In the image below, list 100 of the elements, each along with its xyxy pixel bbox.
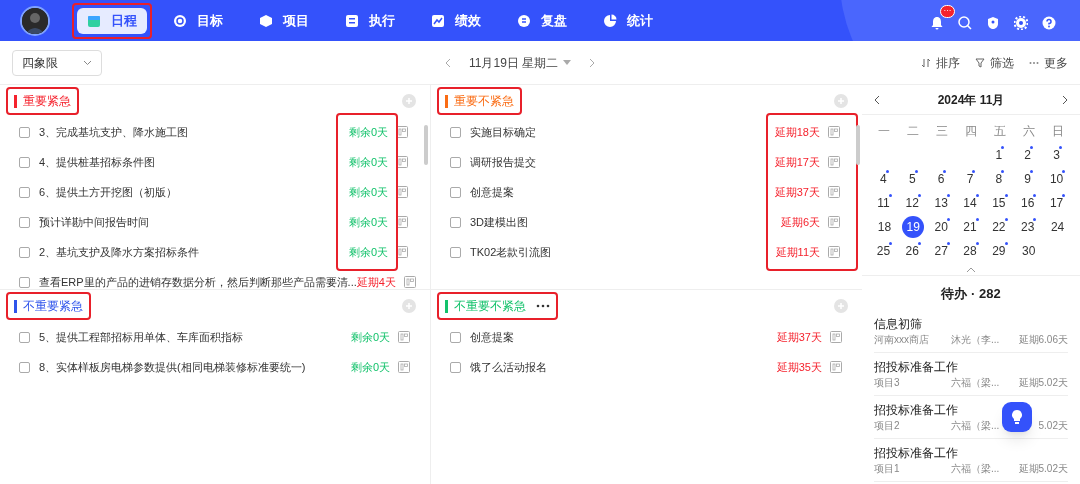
calendar-day[interactable]: 6 [937, 170, 945, 188]
add-icon[interactable] [834, 299, 848, 313]
calendar-day[interactable]: 4 [880, 170, 887, 188]
calendar-day[interactable]: 1 [995, 146, 1003, 164]
card-icon[interactable] [828, 126, 840, 138]
checkbox[interactable] [19, 246, 30, 258]
calendar-day[interactable]: 18 [877, 218, 892, 236]
task-title[interactable]: 3D建模出图 [470, 213, 529, 231]
more-icon[interactable] [536, 304, 550, 308]
nav-tab[interactable]: 绩效 [421, 7, 491, 34]
calendar-day[interactable]: 23 [1021, 218, 1035, 236]
toolbar-button[interactable]: 筛选 [975, 53, 1014, 72]
task-title[interactable]: 2、基坑支护及降水方案招标条件 [39, 243, 200, 261]
checkbox[interactable] [19, 156, 30, 168]
calendar-day[interactable]: 26 [905, 242, 919, 260]
add-icon[interactable] [402, 299, 416, 313]
task-title[interactable]: 预计详勘中间报告时间 [39, 213, 149, 231]
chevron-left-icon[interactable] [874, 94, 880, 105]
task-title[interactable]: TK02老款引流图 [470, 243, 552, 261]
card-icon[interactable] [830, 361, 842, 373]
calendar-day[interactable]: 14 [963, 194, 977, 212]
nav-tab[interactable]: 执行 [335, 7, 405, 34]
task-title[interactable]: 查看ERP里的产品的进销存数据分析，然后判断那些产品需要清... [39, 273, 357, 289]
card-icon[interactable] [396, 246, 408, 258]
toolbar-button[interactable]: 排序 [921, 53, 960, 72]
card-icon[interactable] [828, 216, 840, 228]
calendar-day[interactable]: 10 [1049, 170, 1064, 188]
card-icon[interactable] [396, 186, 408, 198]
checkbox[interactable] [19, 361, 30, 373]
nav-tab[interactable]: 目标 [163, 7, 233, 34]
calendar-day[interactable]: 17 [1049, 194, 1064, 212]
date-picker[interactable]: 11月19日 星期二 [469, 53, 572, 72]
calendar-day[interactable]: 20 [934, 218, 948, 236]
nav-tab[interactable]: 统计 [593, 7, 663, 34]
checkbox[interactable] [19, 331, 30, 343]
calendar-day[interactable]: 28 [963, 242, 977, 260]
checkbox[interactable] [450, 331, 461, 343]
checkbox[interactable] [450, 186, 461, 198]
add-icon[interactable] [834, 94, 848, 108]
calendar-day[interactable]: 19 [902, 216, 925, 238]
chevron-up-icon[interactable] [966, 267, 976, 273]
nav-tab[interactable]: 项目 [249, 7, 319, 34]
settings-icon[interactable] [1014, 16, 1028, 30]
card-icon[interactable] [396, 156, 408, 168]
checkbox[interactable] [450, 216, 461, 228]
task-title[interactable]: 创意提案 [470, 183, 514, 201]
card-icon[interactable] [828, 156, 840, 168]
calendar-day[interactable]: 12 [905, 194, 919, 212]
checkbox[interactable] [450, 156, 461, 168]
checkbox[interactable] [19, 126, 30, 138]
help-icon[interactable] [1042, 16, 1056, 30]
task-title[interactable]: 3、完成基坑支护、降水施工图 [39, 123, 189, 141]
calendar-day[interactable]: 5 [908, 170, 916, 188]
calendar-day[interactable]: 13 [934, 194, 948, 212]
calendar-day[interactable]: 30 [1022, 242, 1036, 260]
calendar-day[interactable]: 3 [1053, 146, 1060, 164]
nav-tab[interactable]: 复盘 [507, 7, 577, 34]
calendar-day[interactable]: 11 [877, 194, 890, 212]
task-title[interactable]: 实施目标确定 [470, 123, 536, 141]
toolbar-button[interactable]: 更多 [1029, 53, 1068, 72]
calendar-day[interactable]: 21 [963, 218, 977, 236]
checkbox[interactable] [450, 246, 461, 258]
add-icon[interactable] [402, 94, 416, 108]
checkbox[interactable] [19, 216, 30, 228]
card-icon[interactable] [396, 216, 408, 228]
task-title[interactable]: 5、提供工程部招标用单体、车库面积指标 [39, 328, 244, 346]
calendar-day[interactable]: 8 [995, 170, 1003, 188]
checkbox[interactable] [450, 361, 461, 373]
search-icon[interactable] [958, 16, 972, 30]
avatar[interactable] [20, 5, 50, 36]
task-title[interactable]: 4、提供桩基招标条件图 [39, 153, 156, 171]
card-icon[interactable] [396, 126, 408, 138]
chevron-right-icon[interactable] [1062, 94, 1068, 105]
calendar-day[interactable]: 16 [1021, 194, 1035, 212]
calendar-day[interactable]: 7 [966, 170, 974, 188]
checkbox[interactable] [19, 276, 30, 288]
task-title[interactable]: 创意提案 [470, 328, 514, 346]
checkbox[interactable] [450, 126, 461, 138]
bulb-button[interactable] [1002, 402, 1032, 432]
card-icon[interactable] [828, 246, 840, 258]
task-title[interactable]: 6、提供土方开挖图（初版） [39, 183, 178, 201]
card-icon[interactable] [398, 331, 410, 343]
todo-item[interactable]: 信息初筛 河南xxx商店 沐光（李... 延期6.06天 [874, 309, 1068, 353]
nav-tab[interactable]: 日程 [77, 7, 147, 34]
view-dropdown[interactable]: 四象限 [12, 49, 102, 76]
calendar-day[interactable]: 15 [992, 194, 1006, 212]
calendar-day[interactable]: 9 [1024, 170, 1032, 188]
scrollbar-thumb[interactable] [424, 125, 428, 165]
card-icon[interactable] [830, 331, 842, 343]
scrollbar-thumb[interactable] [856, 125, 860, 165]
calendar-day[interactable]: 24 [1050, 218, 1065, 236]
checkbox[interactable] [19, 186, 30, 198]
calendar-day[interactable]: 27 [934, 242, 948, 260]
task-title[interactable]: 饿了么活动报名 [470, 358, 547, 376]
todo-item[interactable]: 招投标准备工作 项目1 六福（梁... 延期5.02天 [874, 438, 1068, 482]
calendar-day[interactable]: 2 [1024, 146, 1032, 164]
task-title[interactable]: 调研报告提交 [470, 153, 536, 171]
card-icon[interactable] [828, 186, 840, 198]
calendar-day[interactable]: 29 [992, 242, 1006, 260]
todo-item[interactable]: 招投标准备工作 项目3 六福（梁... 延期5.02天 [874, 352, 1068, 396]
